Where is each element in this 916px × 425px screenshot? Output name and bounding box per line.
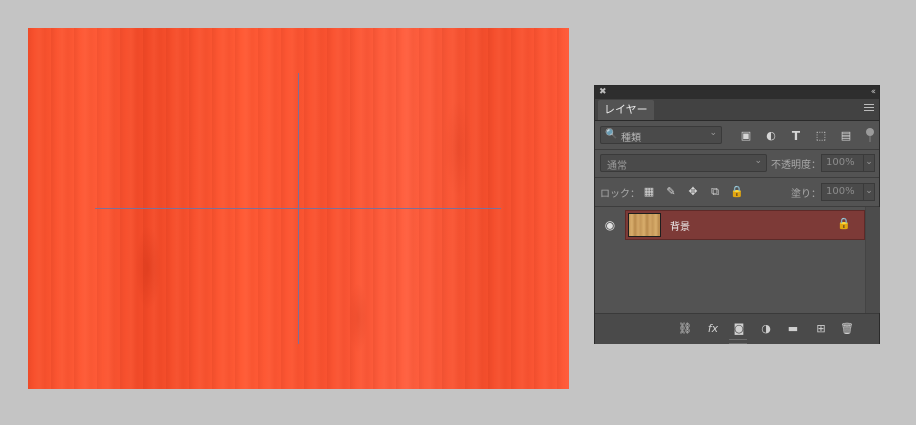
collapse-icon[interactable]: ‹‹ [871,86,876,98]
opacity-dropdown-button[interactable]: ⌄ [863,154,875,172]
panel-menu-icon[interactable] [864,104,874,113]
add-mask-icon[interactable]: ◙ [732,322,746,336]
panel-titlebar: ✖ ‹‹ [595,86,879,100]
document-canvas[interactable] [28,28,569,389]
resize-grip[interactable] [729,339,747,344]
adjustment-filter-icon[interactable]: ◐ [764,129,778,143]
lock-position-icon[interactable]: ✥ [686,185,700,199]
search-icon: 🔍 [605,129,618,140]
chevron-down-icon: ⌄ [709,128,717,138]
filter-toggle-switch[interactable] [865,126,875,144]
layer-kind-filter-select[interactable]: 🔍 種類 ⌄ [600,126,722,144]
link-layers-icon[interactable]: ⛓ [678,322,692,336]
trash-icon[interactable]: 🗑 [840,322,854,336]
blend-mode-value: 通常 [607,161,627,172]
fx-icon[interactable]: fx [706,322,720,336]
toggle-knob [866,128,874,136]
lock-transparent-pixels-icon[interactable]: ▦ [642,185,656,199]
lock-icon[interactable]: 🔒 [837,217,851,231]
panel-tabbar: レイヤー [595,99,879,121]
horizontal-guide[interactable] [95,208,501,209]
opacity-field[interactable]: 100% [821,154,867,172]
layer-thumbnail[interactable] [628,213,661,237]
layer-row[interactable]: ◉ 背景 🔒 [595,210,865,240]
layer-selection-highlight[interactable] [625,210,865,240]
new-layer-icon[interactable]: ⊞ [814,322,828,336]
folder-icon[interactable]: ▬ [786,322,800,336]
shape-filter-icon[interactable]: ⬚ [814,129,828,143]
type-filter-icon[interactable]: T [789,129,803,143]
filter-kind-label: 種類 [621,133,641,144]
eye-icon[interactable]: ◉ [603,218,617,232]
toggle-stem [869,136,871,142]
lock-artboard-icon[interactable]: ⧉ [708,185,722,199]
filter-row: 🔍 種類 ⌄ ▣ ◐ T ⬚ ▤ [595,121,879,150]
blend-row: 通常 ⌄ 不透明度： 100% ⌄ [595,150,879,178]
lock-all-icon[interactable]: 🔒 [730,185,744,199]
chevron-down-icon: ⌄ [754,156,762,166]
image-filter-icon[interactable]: ▣ [739,129,753,143]
close-icon[interactable]: ✖ [599,86,607,99]
adjustment-layer-icon[interactable]: ◑ [759,322,773,336]
fill-dropdown-button[interactable]: ⌄ [863,183,875,201]
lock-label: ロック： [600,189,640,200]
layer-name[interactable]: 背景 [670,218,690,233]
lock-image-pixels-icon[interactable]: ✎ [664,185,678,199]
smart-object-filter-icon[interactable]: ▤ [839,129,853,143]
layers-list: ◉ 背景 🔒 [595,207,865,313]
tab-layers[interactable]: レイヤー [598,100,654,120]
fill-label: 塗り： [791,189,821,200]
layers-scrollbar[interactable] [865,207,880,313]
layers-panel: ✖ ‹‹ レイヤー 🔍 種類 ⌄ ▣ ◐ T ⬚ ▤ 通常 ⌄ 不透明度： 10… [594,85,880,344]
lock-row: ロック： ▦ ✎ ✥ ⧉ 🔒 塗り： 100% ⌄ [595,178,879,207]
fill-field[interactable]: 100% [821,183,867,201]
opacity-label: 不透明度： [771,160,821,171]
blend-mode-select[interactable]: 通常 ⌄ [600,154,767,172]
